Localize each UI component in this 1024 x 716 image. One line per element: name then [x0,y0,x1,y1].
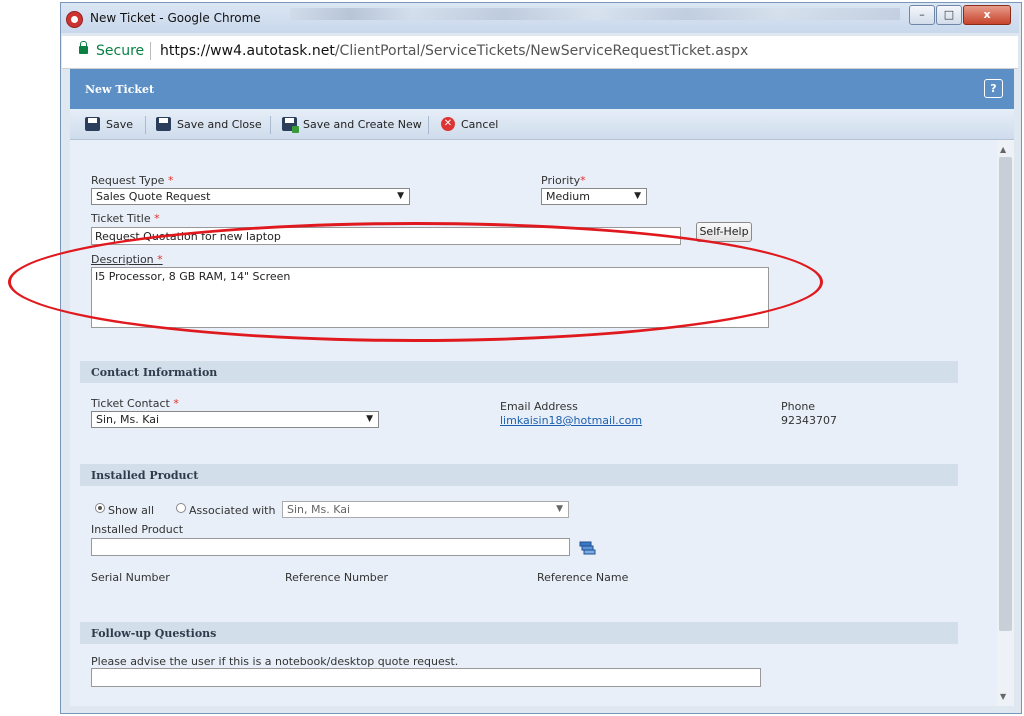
email-label: Email Address [500,400,578,413]
maximize-button[interactable]: □ [936,5,962,25]
dropdown-arrow-icon: ▼ [397,191,404,201]
associated-contact-select[interactable]: Sin, Ms. Kai ▼ [282,501,569,518]
phone-label: Phone [781,400,816,413]
save-new-label: Save and Create New [303,117,422,131]
ticket-contact-select[interactable]: Sin, Ms. Kai ▼ [91,411,379,428]
address-separator [150,42,151,60]
product-lookup-icon[interactable] [579,541,596,556]
request-type-select[interactable]: Sales Quote Request ▼ [91,188,410,205]
ticket-contact-label: Ticket Contact * [91,397,179,410]
scroll-up-icon[interactable]: ▲ [1000,145,1006,154]
page-title: New Ticket [85,83,155,96]
blurred-background-strip [290,8,900,20]
url-text[interactable]: https://ww4.autotask.net/ClientPortal/Se… [160,43,748,59]
phone-value: 92343707 [781,414,837,427]
show-all-label: Show all [108,504,155,517]
priority-select[interactable]: Medium ▼ [541,188,647,205]
contact-section-title: Contact Information [91,366,218,379]
chrome-logo-icon [66,11,83,28]
toolbar-separator [270,116,271,134]
dropdown-arrow-icon: ▼ [366,414,373,424]
followup-question-1-input[interactable] [91,668,761,687]
help-icon[interactable]: ? [984,79,1003,98]
associated-with-label: Associated with [189,504,276,517]
cancel-button[interactable]: ✕ Cancel [441,116,498,132]
show-all-radio[interactable] [95,503,105,513]
installed-product-section-header [80,464,958,486]
followup-section-title: Follow-up Questions [91,627,217,640]
priority-value: Medium [546,190,590,203]
save-new-icon [282,117,299,133]
followup-question-1-label: Please advise the user if this is a note… [91,655,459,668]
toolbar-separator [428,116,429,134]
secure-label: Secure [96,43,145,59]
email-link[interactable]: limkaisin18@hotmail.com [500,414,642,427]
ticket-contact-value: Sin, Ms. Kai [96,413,160,426]
save-button[interactable]: Save [85,116,133,132]
ticket-title-label: Ticket Title * [91,212,160,225]
cancel-label: Cancel [461,117,499,131]
url-host: https://ww4.autotask.net [160,43,335,59]
scroll-down-icon[interactable]: ▼ [1000,692,1006,701]
toolbar-separator [145,116,146,134]
highlight-callout-ellipse [8,222,823,342]
request-type-label: Request Type * [91,174,174,187]
save-and-close-button[interactable]: Save and Close [156,116,262,132]
save-icon [85,117,100,131]
url-path: /ClientPortal/ServiceTickets/NewServiceR… [334,43,749,59]
save-close-label: Save and Close [177,117,262,131]
reference-number-label: Reference Number [285,571,389,584]
priority-label: Priority* [541,174,586,187]
lock-icon [79,41,88,54]
save-and-create-new-button[interactable]: Save and Create New [282,116,422,133]
save-close-icon [156,117,171,131]
dropdown-arrow-icon: ▼ [556,504,563,514]
app-header [70,69,1014,109]
scrollbar-thumb[interactable] [999,157,1012,631]
installed-product-input[interactable] [91,538,570,556]
dropdown-arrow-icon: ▼ [634,191,641,201]
installed-product-label: Installed Product [91,523,184,536]
cancel-icon: ✕ [441,117,455,131]
request-type-value: Sales Quote Request [96,190,211,203]
reference-name-label: Reference Name [537,571,629,584]
associated-with-radio[interactable] [176,503,186,513]
installed-product-section-title: Installed Product [91,469,199,482]
close-button[interactable]: x [963,5,1011,25]
associated-contact-value: Sin, Ms. Kai [287,503,351,516]
serial-number-label: Serial Number [91,571,170,584]
minimize-button[interactable]: – [909,5,935,25]
save-label: Save [106,117,134,131]
window-title: New Ticket - Google Chrome [90,11,261,25]
